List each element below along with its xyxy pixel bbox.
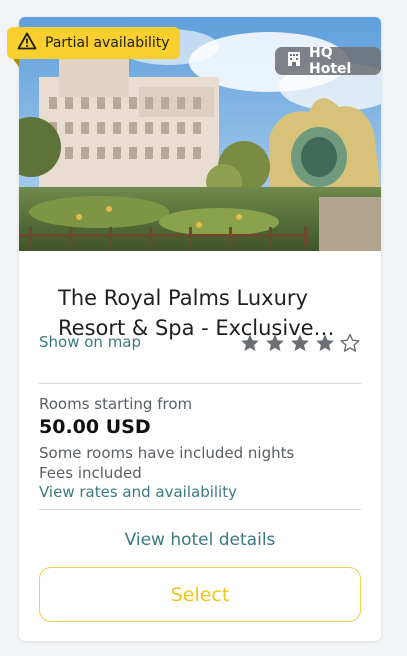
warning-icon bbox=[17, 32, 37, 54]
badge-fold bbox=[7, 59, 19, 67]
rooms-starting-label: Rooms starting from bbox=[39, 395, 193, 413]
view-hotel-details-link[interactable]: View hotel details bbox=[39, 530, 361, 550]
hotel-building-icon bbox=[287, 51, 301, 71]
star-filled-icon bbox=[265, 333, 285, 357]
partial-availability-badge: Partial availability bbox=[7, 27, 180, 67]
star-filled-icon bbox=[290, 333, 310, 357]
hq-hotel-badge: HQ Hotel bbox=[275, 45, 381, 77]
select-button[interactable]: Select bbox=[39, 567, 361, 622]
star-rating bbox=[240, 333, 360, 357]
star-empty-icon bbox=[340, 333, 360, 357]
hq-hotel-label: HQ Hotel bbox=[309, 45, 352, 77]
divider-top bbox=[39, 383, 361, 384]
partial-availability-label: Partial availability bbox=[45, 35, 170, 51]
view-rates-link[interactable]: View rates and availability bbox=[39, 483, 237, 501]
fees-included-note: Fees included bbox=[39, 464, 142, 482]
hotel-name-line-1: The Royal Palms Luxury bbox=[58, 286, 308, 310]
included-nights-note: Some rooms have included nights bbox=[39, 444, 295, 462]
show-on-map-link[interactable]: Show on map bbox=[39, 333, 141, 351]
star-filled-icon bbox=[315, 333, 335, 357]
price-value: 50.00 USD bbox=[39, 416, 151, 438]
divider-bottom bbox=[39, 509, 361, 510]
star-filled-icon bbox=[240, 333, 260, 357]
